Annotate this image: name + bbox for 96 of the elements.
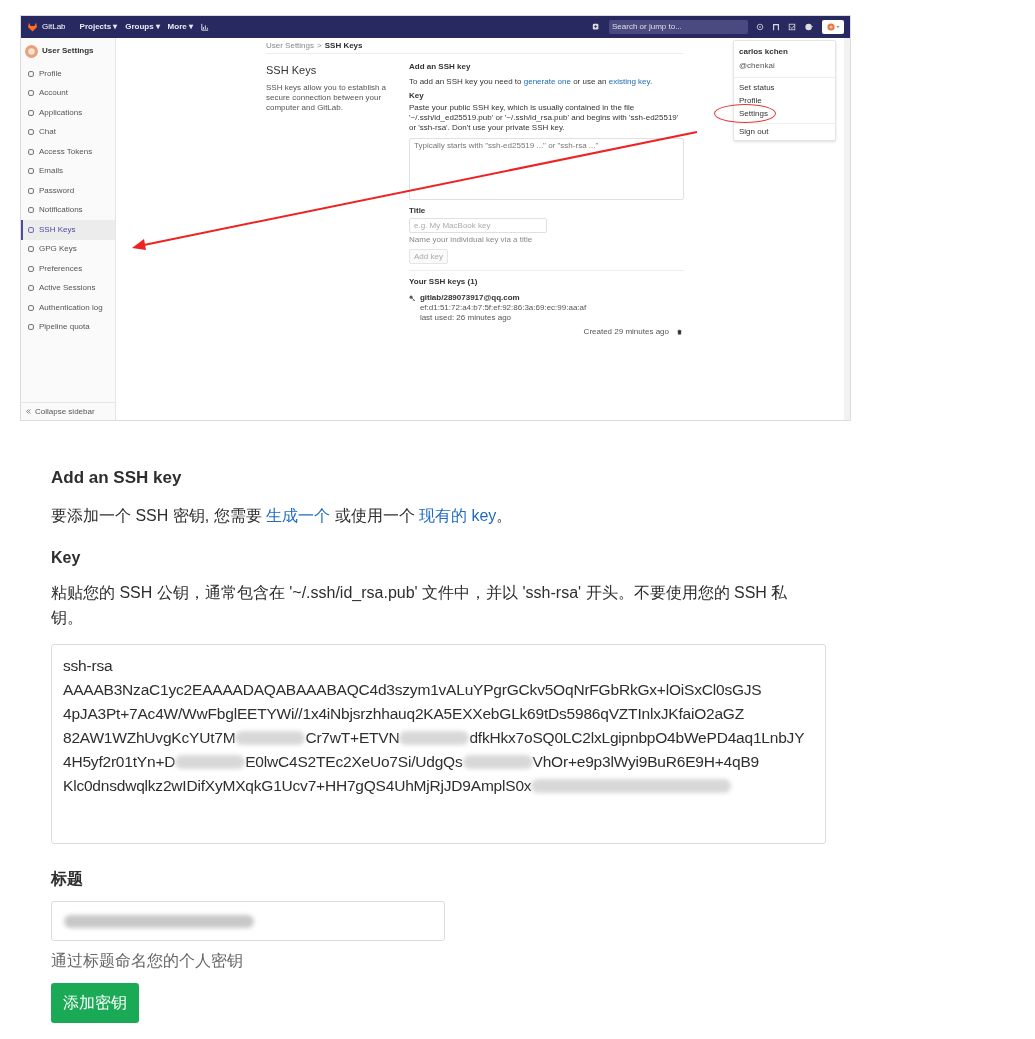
help-text: 通过标题命名您的个人密钥 xyxy=(51,951,244,971)
nav-menu[interactable]: More ▾ xyxy=(167,21,193,33)
user-handle: @chenkai xyxy=(739,60,776,72)
collapse-sidebar-button[interactable]: Collapse sidebar xyxy=(21,402,115,420)
sidebar-item[interactable]: Pipeline quota xyxy=(21,317,115,337)
help-text: Name your individual key via a title xyxy=(409,235,534,245)
nav-menu[interactable]: Projects ▾ xyxy=(79,21,118,33)
caret-icon xyxy=(835,25,840,29)
nav-menu[interactable]: Groups ▾ xyxy=(125,21,160,33)
intro-text: 要添加一个 SSH 密钥, 您需要 生成一个 或使用一个 现有的 key。 xyxy=(51,506,514,526)
menu-glyph-icon xyxy=(28,129,34,136)
menu-glyph-icon xyxy=(28,90,34,97)
section-heading: Add an SSH key xyxy=(51,467,183,490)
sidebar-item[interactable]: Applications xyxy=(21,103,115,123)
field-label: Key xyxy=(51,548,82,568)
redaction-blur xyxy=(235,731,306,745)
key-icon xyxy=(409,295,416,302)
menu-glyph-icon xyxy=(28,285,34,292)
user-name: carlos kchen xyxy=(739,46,789,58)
key-text: E0lwC4S2TEc2XeUo7Si/UdgQs xyxy=(245,752,463,772)
key-textarea[interactable]: Typically starts with "ssh-ed25519 ..." or "ssh-rsa ..." xyxy=(409,138,684,200)
chart-icon xyxy=(200,23,209,31)
key-text: dfkHkx7oSQ0LC2lxLgipnbpO4bWePD4aq1LnbJY xyxy=(469,728,805,748)
key-textarea[interactable] xyxy=(51,644,826,844)
section-heading: Your SSH keys (1) xyxy=(409,277,479,287)
sign-out-item[interactable]: Sign out xyxy=(734,124,835,140)
breadcrumb-current: SSH Keys xyxy=(324,39,363,52)
key-text: 4pJA3Pt+7Ac4W/WwFbglEETYWi//1x4iNbjsrzhhauq2KA5EXXebGLk69tDs5986qVZTInlxJKfaiO2aGZ xyxy=(63,704,744,724)
redaction-blur xyxy=(462,755,533,769)
double-chevron-icon xyxy=(26,409,31,414)
menu-glyph-icon xyxy=(28,109,34,116)
help-text: 粘贴您的 SSH 公钥，通常包含在 '~/.ssh/id_rsa.pub' 文件中，并以 'ssh-rsa' 开头。不要使用您的 SSH 私钥。 xyxy=(51,583,789,628)
menu-glyph-icon xyxy=(28,324,34,331)
search-field[interactable]: Search or jump to... xyxy=(609,20,748,34)
sidebar-item[interactable]: SSH Keys xyxy=(21,220,115,240)
menu-item[interactable]: Profile xyxy=(734,94,835,107)
sidebar-item[interactable]: Preferences xyxy=(21,259,115,279)
menu-glyph-icon xyxy=(28,70,34,77)
todo-icon xyxy=(788,23,796,31)
menu-glyph-icon xyxy=(28,226,34,233)
field-label: Key xyxy=(409,91,425,101)
menu-glyph-icon xyxy=(28,246,34,253)
help-text: Paste your public SSH key, which is usually contained in the file '~/.ssh/id_ed25519.pub' or '~/.ssh/id_rsa.pub' and begins with 'ssh-ed25519' or 'ssh-rsa'. Don't use your private SSH key. xyxy=(409,103,680,133)
link[interactable]: existing key xyxy=(608,77,650,86)
sidebar-item[interactable]: Active Sessions xyxy=(21,278,115,298)
sidebar-item[interactable]: Access Tokens xyxy=(21,142,115,162)
menu-glyph-icon xyxy=(28,168,34,175)
key-text: 4H5yf2r01tYn+D xyxy=(63,752,176,772)
field-label: Title xyxy=(409,206,427,216)
key-text: ssh-rsa xyxy=(63,656,113,676)
breadcrumb-link[interactable]: User Settings xyxy=(266,39,315,52)
sidebar-item[interactable]: GPG Keys xyxy=(21,239,115,259)
sidebar-header: User Settings xyxy=(42,45,94,57)
page-description: SSH keys allow you to establish a secure connection between your computer and GitLab. xyxy=(266,82,388,113)
redaction-blur xyxy=(399,731,470,745)
key-text: AAAAB3NzaC1yc2EAAAADAQABAAABAQC4d3szym1vALuYPgrGCkv5OqNrFGbRkGx+lOiSxCl0sGJS xyxy=(63,680,762,700)
title-input[interactable]: e.g. My MacBook key xyxy=(409,218,547,233)
intro-text: To add an SSH key you need to generate one or use an existing key. xyxy=(409,77,654,87)
avatar-icon xyxy=(25,44,38,58)
fox-logo-icon xyxy=(27,22,38,32)
menu-glyph-icon xyxy=(28,148,34,155)
key-text: Cr7wT+ETVN xyxy=(305,728,400,748)
key-fingerprint: ef:d1:51:72:a4:b7:5f:ef:92:86:3a:69:ec:99:aa:af xyxy=(419,303,587,313)
menu-glyph-icon xyxy=(28,207,34,214)
link[interactable]: 现有的 key xyxy=(419,507,497,524)
sidebar-item[interactable]: Chat xyxy=(21,122,115,142)
menu-glyph-icon xyxy=(28,187,34,194)
menu-glyph-icon xyxy=(28,265,34,272)
redaction-blur xyxy=(175,755,246,769)
broadcast-icon xyxy=(756,23,764,31)
title-input[interactable] xyxy=(51,901,445,941)
menu-glyph-icon xyxy=(28,304,34,311)
key-text: VhOr+e9p3lWyi9BuR6E9H+4qB9 xyxy=(532,752,759,772)
page-title: SSH Keys xyxy=(266,63,318,78)
breadcrumb-separator: > xyxy=(317,39,322,52)
link[interactable]: 生成一个 xyxy=(266,507,331,524)
key-text: 82AW1WZhUvgKcYUt7M xyxy=(63,728,236,748)
trash-icon xyxy=(677,329,682,335)
link[interactable]: generate one xyxy=(523,77,571,86)
menu-item[interactable]: Set status xyxy=(734,81,835,94)
sidebar-item[interactable]: Password xyxy=(21,181,115,201)
section-heading: Add an SSH key xyxy=(409,62,472,72)
key-text: Klc0dnsdwqlkz2wIDifXyMXqkG1Ucv7+HH7gQS4UhMjRjJD9AmplS0x xyxy=(63,776,532,796)
last-used-text: last used: 26 minutes ago xyxy=(419,313,513,323)
created-text: Created 29 minutes ago xyxy=(583,327,669,337)
avatar-button[interactable] xyxy=(822,20,844,34)
sidebar-item[interactable]: Profile xyxy=(21,64,115,84)
sidebar-item[interactable]: Notifications xyxy=(21,200,115,220)
sidebar-item[interactable]: Account xyxy=(21,83,115,103)
menu-item[interactable]: Settings xyxy=(734,107,835,120)
sidebar-item[interactable]: Emails xyxy=(21,161,115,181)
brand-name: GitLab xyxy=(42,21,66,33)
field-label: 标题 xyxy=(51,869,84,889)
avatar-icon xyxy=(826,23,835,31)
sidebar-item[interactable]: Authentication log xyxy=(21,298,115,318)
key-name: gitlab/289073917@qq.com xyxy=(419,293,520,303)
